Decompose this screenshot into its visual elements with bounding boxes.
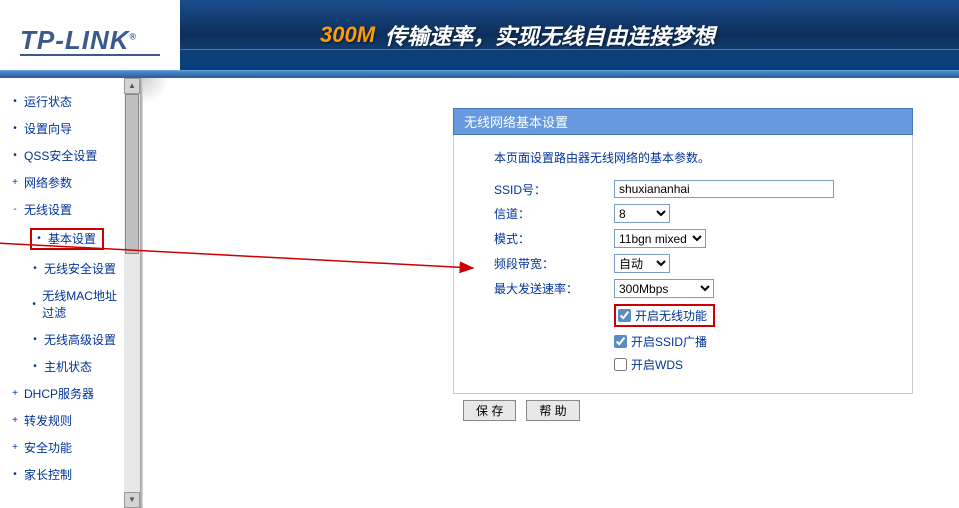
bandwidth-select[interactable]: 自动 bbox=[614, 254, 670, 273]
header-divider bbox=[0, 70, 959, 78]
help-button[interactable]: 帮 助 bbox=[526, 400, 579, 421]
nav-status[interactable]: •运行状态 bbox=[10, 88, 124, 115]
nav-qss[interactable]: •QSS安全设置 bbox=[10, 142, 124, 169]
brand-logo: TP-LINK® bbox=[20, 25, 137, 55]
enable-wireless-checkbox[interactable] bbox=[618, 309, 631, 322]
enable-wds-label: 开启WDS bbox=[631, 356, 683, 373]
panel-description: 本页面设置路由器无线网络的基本参数。 bbox=[494, 149, 892, 166]
maxrate-label: 最大发送速率： bbox=[494, 280, 614, 297]
scroll-arrow-up-icon[interactable]: ▲ bbox=[124, 78, 140, 94]
enable-broadcast-label: 开启SSID广播 bbox=[631, 333, 707, 350]
channel-label: 信道： bbox=[494, 205, 614, 222]
nav-dhcp[interactable]: +DHCP服务器 bbox=[10, 380, 124, 407]
nav-wireless[interactable]: -无线设置 bbox=[10, 196, 124, 223]
nav-wireless-advanced[interactable]: •无线高级设置 bbox=[10, 326, 124, 353]
enable-wds-checkbox[interactable] bbox=[614, 358, 627, 371]
mode-select[interactable]: 11bgn mixed bbox=[614, 229, 706, 248]
enable-broadcast-checkbox[interactable] bbox=[614, 335, 627, 348]
logo-area: TP-LINK® bbox=[0, 0, 180, 70]
nav-wireless-security[interactable]: •无线安全设置 bbox=[10, 255, 124, 282]
sidebar-nav: •运行状态 •设置向导 •QSS安全设置 +网络参数 -无线设置 •基本设置 •… bbox=[0, 78, 124, 508]
nav-forward[interactable]: +转发规则 bbox=[10, 407, 124, 434]
enable-wireless-label: 开启无线功能 bbox=[635, 307, 707, 324]
sidebar-scrollbar[interactable]: ▲ ▼ bbox=[124, 78, 140, 508]
ssid-label: SSID号： bbox=[494, 181, 614, 198]
ssid-input[interactable] bbox=[614, 180, 834, 198]
nav-wireless-mac[interactable]: •无线MAC地址过滤 bbox=[10, 282, 124, 326]
banner-speed: 300M bbox=[320, 22, 375, 48]
nav-wizard[interactable]: •设置向导 bbox=[10, 115, 124, 142]
mode-label: 模式： bbox=[494, 230, 614, 247]
maxrate-select[interactable]: 300Mbps bbox=[614, 279, 714, 298]
nav-security[interactable]: +安全功能 bbox=[10, 434, 124, 461]
nav-network[interactable]: +网络参数 bbox=[10, 169, 124, 196]
bandwidth-label: 频段带宽： bbox=[494, 255, 614, 272]
banner-slogan: 传输速率，实现无线自由连接梦想 bbox=[385, 19, 715, 51]
scroll-thumb[interactable] bbox=[125, 94, 139, 254]
banner: 300M 传输速率，实现无线自由连接梦想 bbox=[180, 0, 959, 70]
save-button[interactable]: 保 存 bbox=[463, 400, 516, 421]
panel-title: 无线网络基本设置 bbox=[453, 108, 913, 135]
channel-select[interactable]: 8 bbox=[614, 204, 670, 223]
nav-parental[interactable]: •家长控制 bbox=[10, 461, 124, 488]
scroll-arrow-down-icon[interactable]: ▼ bbox=[124, 492, 140, 508]
nav-wireless-host[interactable]: •主机状态 bbox=[10, 353, 124, 380]
nav-wireless-basic[interactable]: •基本设置 bbox=[10, 223, 124, 255]
